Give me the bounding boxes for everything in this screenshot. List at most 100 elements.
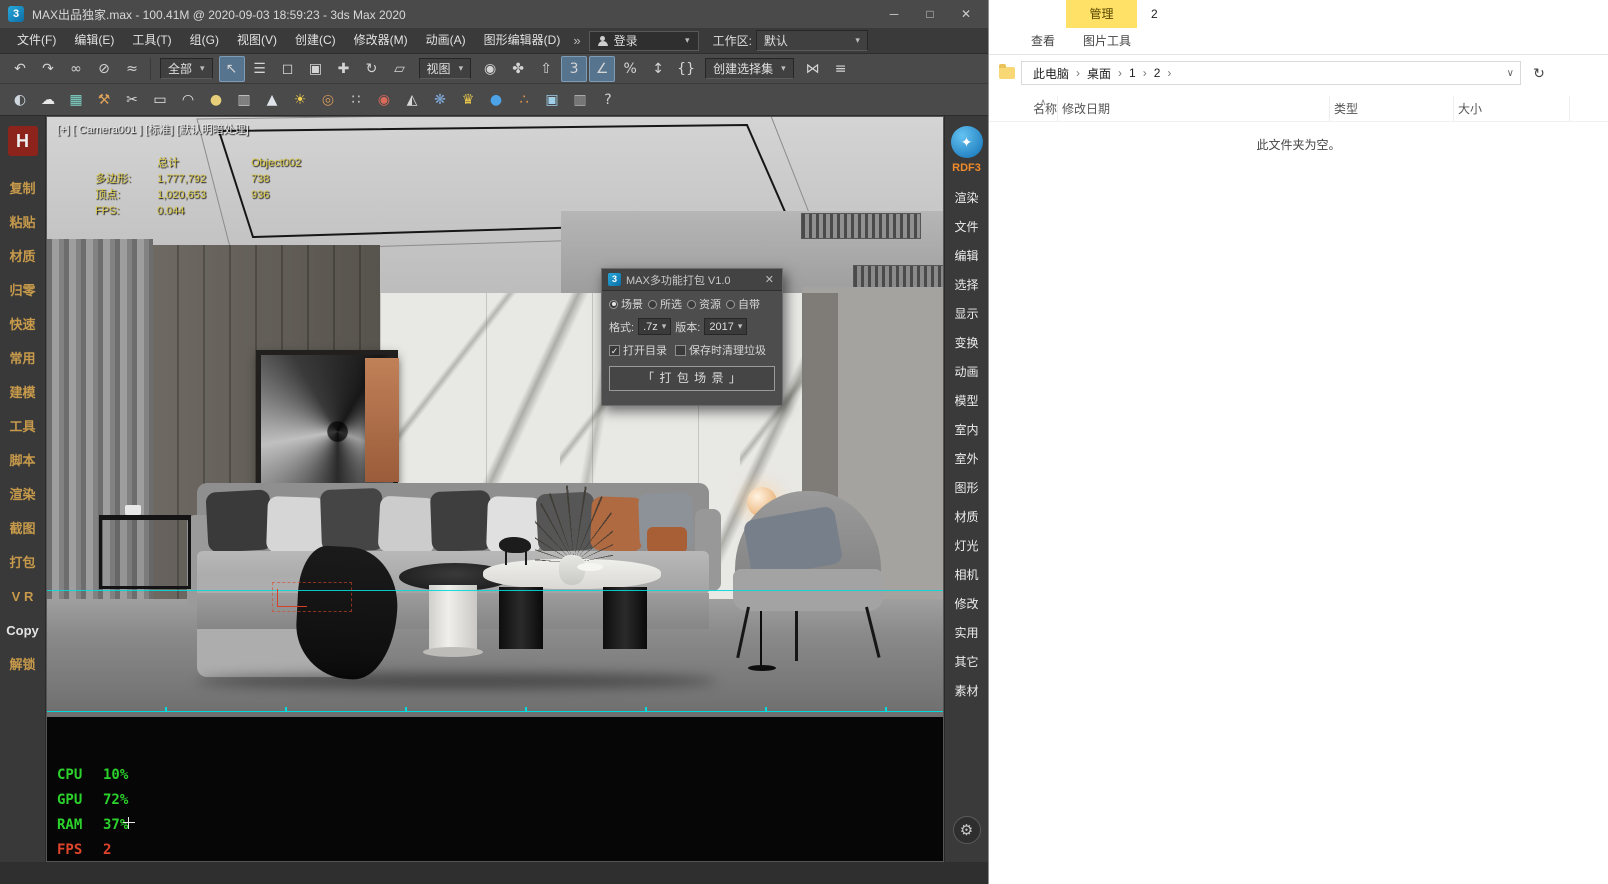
keyboard-override-icon[interactable]: ⇧ <box>533 56 559 82</box>
cylinder-icon[interactable]: ▥ <box>231 87 257 113</box>
scissors-icon[interactable]: ✂ <box>119 87 145 113</box>
plugin-menu-item[interactable]: 材质 <box>945 503 988 532</box>
dots-array-icon[interactable]: ∷ <box>343 87 369 113</box>
red-sphere-icon[interactable]: ◉ <box>371 87 397 113</box>
yellow-sphere-icon[interactable]: ● <box>203 87 229 113</box>
radio-option[interactable]: 场景 <box>609 296 643 312</box>
login-dropdown[interactable]: 登录 ▾ <box>589 31 699 51</box>
sidebar-item[interactable]: Copy <box>0 614 45 648</box>
address-dropdown-icon[interactable]: ∨ <box>1507 68 1514 79</box>
capture-icon[interactable]: ▦ <box>63 87 89 113</box>
plugin-menu-item[interactable]: 实用 <box>945 619 988 648</box>
cloud-icon[interactable]: ☁ <box>35 87 61 113</box>
selection-region-icon[interactable]: ◻ <box>275 56 301 82</box>
angle-snap-icon[interactable]: ∠ <box>589 56 615 82</box>
image-icon[interactable]: ▣ <box>539 87 565 113</box>
sidebar-item[interactable]: 工具 <box>0 410 45 444</box>
bind-to-space-warp-icon[interactable]: ≈ <box>119 56 145 82</box>
plugin-logo-icon[interactable]: ✦ <box>951 126 983 158</box>
arc-icon[interactable]: ◠ <box>175 87 201 113</box>
menubar-overflow-icon[interactable]: » <box>573 33 580 48</box>
plugin-menu-item[interactable]: 修改 <box>945 590 988 619</box>
sidebar-item[interactable]: 复制 <box>0 172 45 206</box>
select-by-name-icon[interactable]: ☰ <box>247 56 273 82</box>
breadcrumb-item[interactable]: 桌面 <box>1082 65 1116 82</box>
plugin-menu-item[interactable]: 素材 <box>945 677 988 706</box>
snap-toggle-3d-icon[interactable]: 3 <box>561 56 587 82</box>
shaded-sphere-icon[interactable]: ◐ <box>7 87 33 113</box>
checkbox-option[interactable]: ✓ 打开目录 <box>609 342 667 358</box>
plugin-menu-item[interactable]: 编辑 <box>945 242 988 271</box>
gear-flower-icon[interactable]: ❋ <box>427 87 453 113</box>
plugin-menu-item[interactable]: 室内 <box>945 416 988 445</box>
plugin-menu-item[interactable]: 灯光 <box>945 532 988 561</box>
coordinate-system-dropdown[interactable]: 视图 ▾ <box>419 58 472 79</box>
column-header[interactable]: 大小 <box>1454 96 1570 121</box>
torus-icon[interactable]: ◎ <box>315 87 341 113</box>
redo-icon[interactable]: ↷ <box>35 56 61 82</box>
select-and-move-icon[interactable]: ✚ <box>331 56 357 82</box>
sidebar-item[interactable]: 截图 <box>0 512 45 546</box>
align-icon[interactable]: ≡ <box>828 56 854 82</box>
menu-item[interactable]: 编辑(E) <box>65 28 123 53</box>
menu-item[interactable]: 文件(F) <box>8 28 65 53</box>
close-button[interactable]: ✕ <box>948 0 984 28</box>
column-header[interactable]: 类型 <box>1330 96 1454 121</box>
minimize-button[interactable]: ─ <box>876 0 912 28</box>
sidebar-item[interactable]: 建模 <box>0 376 45 410</box>
tools-icon[interactable]: ⚒ <box>91 87 117 113</box>
sun-icon[interactable]: ☀ <box>287 87 313 113</box>
building-icon[interactable]: ▥ <box>567 87 593 113</box>
menu-item[interactable]: 图形编辑器(D) <box>475 28 570 53</box>
sidebar-item[interactable]: 打包 <box>0 546 45 580</box>
select-and-link-icon[interactable]: ∞ <box>63 56 89 82</box>
menu-item[interactable]: 工具(T) <box>123 28 180 53</box>
named-selection-sets-dropdown[interactable]: 创建选择集 ▾ <box>705 58 794 79</box>
window-crossing-icon[interactable]: ▣ <box>303 56 329 82</box>
maximize-button[interactable]: □ <box>912 0 948 28</box>
crown-icon[interactable]: ♛ <box>455 87 481 113</box>
dialog-titlebar[interactable]: 3 MAX多功能打包 V1.0 ✕ <box>602 269 782 291</box>
dialog-close-button[interactable]: ✕ <box>763 273 776 286</box>
plugin-menu-item[interactable]: 相机 <box>945 561 988 590</box>
pack-scene-button[interactable]: 「 打 包 场 景 」 <box>609 366 775 391</box>
molecule-icon[interactable]: ∴ <box>511 87 537 113</box>
checkbox-option[interactable]: 保存时清理垃圾 <box>675 342 766 358</box>
sidebar-item[interactable]: 常用 <box>0 342 45 376</box>
format-dropdown[interactable]: .7z ▾ <box>638 318 671 335</box>
refresh-button[interactable]: ↻ <box>1527 61 1551 85</box>
plugin-menu-item[interactable]: 变换 <box>945 329 988 358</box>
column-header[interactable]: 修改日期 <box>1058 96 1330 121</box>
breadcrumb-item[interactable]: 此电脑 <box>1028 65 1074 82</box>
select-and-rotate-icon[interactable]: ↻ <box>359 56 385 82</box>
sidebar-item[interactable]: 粘贴 <box>0 206 45 240</box>
menu-item[interactable]: 创建(C) <box>286 28 345 53</box>
plugin-menu-item[interactable]: 渲染 <box>945 184 988 213</box>
blue-sphere-icon[interactable]: ● <box>483 87 509 113</box>
plugin-menu-item[interactable]: 显示 <box>945 300 988 329</box>
prism-icon[interactable]: ◭ <box>399 87 425 113</box>
sidebar-item[interactable]: 脚本 <box>0 444 45 478</box>
sidebar-item[interactable]: 渲染 <box>0 478 45 512</box>
undo-icon[interactable]: ↶ <box>7 56 33 82</box>
radio-option[interactable]: 资源 <box>687 296 721 312</box>
menu-item[interactable]: 修改器(M) <box>345 28 417 53</box>
rectangle-icon[interactable]: ▭ <box>147 87 173 113</box>
radio-option[interactable]: 所选 <box>648 296 682 312</box>
workspace-dropdown[interactable]: 默认 ▾ <box>756 30 868 51</box>
unlink-selection-icon[interactable]: ⊘ <box>91 56 117 82</box>
column-header[interactable]: ∧ 名称 <box>1029 96 1058 121</box>
spinner-snap-icon[interactable]: ↕ <box>645 56 671 82</box>
selection-filter-dropdown[interactable]: 全部 ▾ <box>160 58 213 79</box>
percent-snap-icon[interactable]: % <box>617 56 643 82</box>
gear-icon[interactable]: ⚙ <box>953 816 981 844</box>
plugin-menu-item[interactable]: 模型 <box>945 387 988 416</box>
menu-item[interactable]: 视图(V) <box>228 28 286 53</box>
select-and-scale-icon[interactable]: ▱ <box>387 56 413 82</box>
select-object-icon[interactable]: ↖ <box>219 56 245 82</box>
mirror-icon[interactable]: ⋈ <box>800 56 826 82</box>
sidebar-item[interactable]: 解锁 <box>0 648 45 682</box>
sidebar-item[interactable]: V R <box>0 580 45 614</box>
use-pivot-center-icon[interactable]: ◉ <box>477 56 503 82</box>
plugin-menu-item[interactable]: 选择 <box>945 271 988 300</box>
